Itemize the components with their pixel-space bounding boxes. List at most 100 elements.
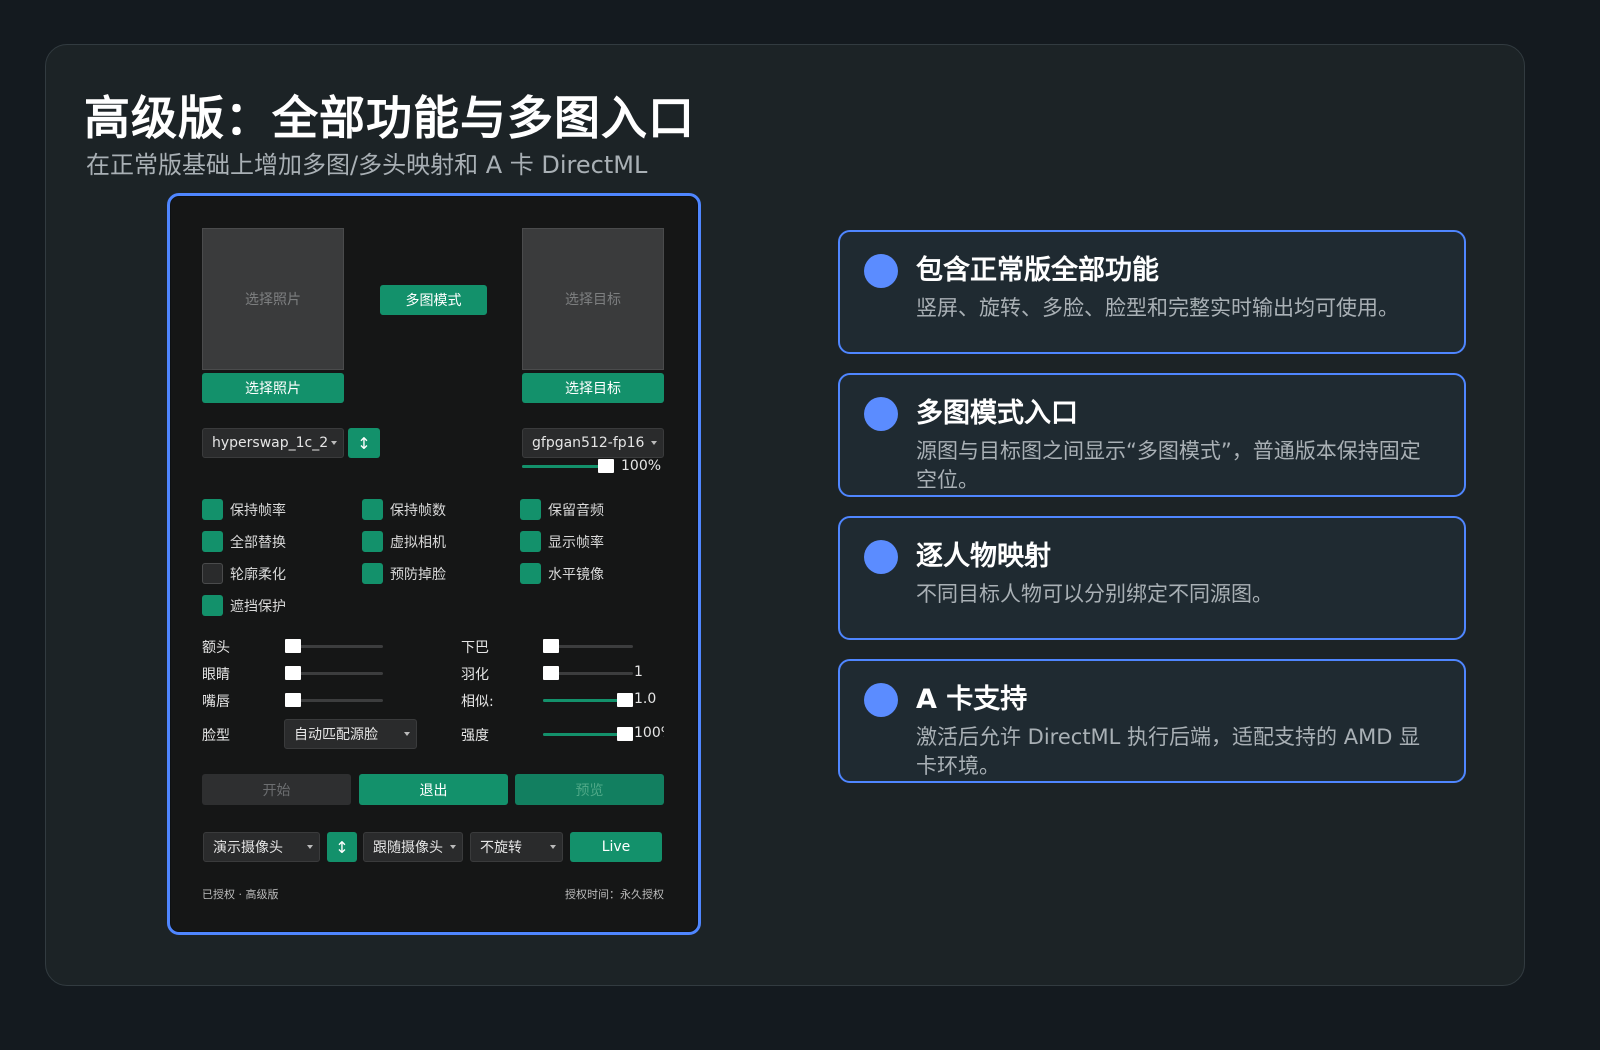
slider-thumb[interactable] xyxy=(598,459,614,473)
live-button[interactable]: Live xyxy=(570,832,662,862)
slider-thumb[interactable] xyxy=(285,666,301,680)
multi-image-mode-button[interactable]: 多图模式 xyxy=(380,285,487,315)
rotate-select[interactable]: 不旋转 xyxy=(470,832,563,862)
bullet-dot-icon xyxy=(864,540,898,574)
checkbox-unchecked[interactable] xyxy=(202,563,223,584)
select-target-button[interactable]: 选择目标 xyxy=(522,373,664,403)
slider-thumb[interactable] xyxy=(617,727,633,741)
checkbox-option[interactable]: 全部替换 xyxy=(202,531,286,552)
feature-description: 激活后允许 DirectML 执行后端，适配支持的 AMD 显卡环境。 xyxy=(916,725,1421,778)
feather-slider[interactable] xyxy=(543,666,633,680)
feature-description: 不同目标人物可以分别绑定不同源图。 xyxy=(916,582,1273,606)
checkbox-checked[interactable] xyxy=(362,563,383,584)
checkbox-option[interactable]: 轮廓柔化 xyxy=(202,563,286,584)
checkbox-checked[interactable] xyxy=(362,499,383,520)
checkbox-option[interactable]: 水平镜像 xyxy=(520,563,604,584)
source-image-preview[interactable]: 选择照片 xyxy=(202,228,344,370)
start-button[interactable]: 开始 xyxy=(202,774,351,805)
checkbox-option[interactable]: 预防掉脸 xyxy=(362,563,446,584)
face-shape-label: 脸型 xyxy=(202,728,230,744)
checkbox-label: 水平镜像 xyxy=(548,566,604,583)
chevron-down-icon xyxy=(307,845,313,849)
checkbox-label: 保留音频 xyxy=(548,502,604,519)
page-subtitle: 在正常版基础上增加多图/多头映射和 A 卡 DirectML xyxy=(86,151,648,179)
slider-thumb[interactable] xyxy=(285,639,301,653)
camera-select-value: 演示摄像头 xyxy=(213,840,283,856)
similar-slider[interactable] xyxy=(543,693,633,707)
checkbox-label: 全部替换 xyxy=(230,534,286,551)
bullet-dot-icon xyxy=(864,683,898,717)
exit-button[interactable]: 退出 xyxy=(359,774,508,805)
rotate-select-value: 不旋转 xyxy=(480,840,522,856)
chin-label: 下巴 xyxy=(461,640,489,656)
checkbox-label: 遮挡保护 xyxy=(230,598,286,615)
forehead-label: 额头 xyxy=(202,640,230,656)
checkbox-label: 预防掉脸 xyxy=(390,566,446,583)
strength-label: 强度 xyxy=(461,728,489,744)
feature-title: A 卡支持 xyxy=(916,684,1028,715)
follow-camera-select[interactable]: 跟随摄像头 xyxy=(363,832,463,862)
page-title: 高级版：全部功能与多图入口 xyxy=(84,91,695,145)
lips-slider[interactable] xyxy=(285,693,383,707)
feature-description: 竖屏、旋转、多脸、脸型和完整实时输出均可使用。 xyxy=(916,296,1399,320)
chevron-down-icon xyxy=(550,845,556,849)
checkbox-checked[interactable] xyxy=(202,531,223,552)
slider-thumb[interactable] xyxy=(617,693,633,707)
similar-label: 相似: xyxy=(461,694,494,710)
camera-select[interactable]: 演示摄像头 xyxy=(203,832,320,862)
model-select[interactable]: hyperswap_1c_2 xyxy=(202,428,344,458)
feather-label: 羽化 xyxy=(461,667,489,683)
checkbox-option[interactable]: 保留音频 xyxy=(520,499,604,520)
face-shape-select[interactable]: 自动匹配源脸 xyxy=(284,719,417,749)
bullet-dot-icon xyxy=(864,254,898,288)
forehead-slider[interactable] xyxy=(285,639,383,653)
checkbox-label: 显示帧率 xyxy=(548,534,604,551)
eyes-label: 眼睛 xyxy=(202,667,230,683)
checkbox-option[interactable]: 保持帧数 xyxy=(362,499,446,520)
checkbox-checked[interactable] xyxy=(202,595,223,616)
checkbox-option[interactable]: 显示帧率 xyxy=(520,531,604,552)
strength-slider[interactable] xyxy=(543,727,633,741)
swap-arrows-icon[interactable]: ↕ xyxy=(348,428,380,458)
select-source-button[interactable]: 选择照片 xyxy=(202,373,344,403)
feature-description: 源图与目标图之间显示“多图模式”，普通版本保持固定空位。 xyxy=(916,439,1421,492)
checkbox-label: 保持帧数 xyxy=(390,502,446,519)
feature-card: 多图模式入口 源图与目标图之间显示“多图模式”，普通版本保持固定空位。 xyxy=(838,373,1466,497)
checkbox-label: 轮廓柔化 xyxy=(230,566,286,583)
license-status: 已授权 · 高级版 xyxy=(202,888,279,901)
license-time: 授权时间：永久授权 xyxy=(565,888,664,901)
checkbox-checked[interactable] xyxy=(520,563,541,584)
bullet-dot-icon xyxy=(864,397,898,431)
slider-thumb[interactable] xyxy=(543,639,559,653)
slider-fill xyxy=(522,465,606,468)
strength-value: 100% xyxy=(634,725,664,741)
chin-slider[interactable] xyxy=(543,639,633,653)
eyes-slider[interactable] xyxy=(285,666,383,680)
checkbox-option[interactable]: 保持帧率 xyxy=(202,499,286,520)
slider-thumb[interactable] xyxy=(285,693,301,707)
checkbox-checked[interactable] xyxy=(202,499,223,520)
chevron-down-icon xyxy=(651,441,657,445)
feature-card: 包含正常版全部功能 竖屏、旋转、多脸、脸型和完整实时输出均可使用。 xyxy=(838,230,1466,354)
checkbox-checked[interactable] xyxy=(520,531,541,552)
lips-label: 嘴唇 xyxy=(202,694,230,710)
checkbox-checked[interactable] xyxy=(520,499,541,520)
enhancer-select-value: gfpgan512-fp16 xyxy=(532,435,645,451)
follow-camera-select-value: 跟随摄像头 xyxy=(373,840,443,856)
slider-thumb[interactable] xyxy=(543,666,559,680)
checkbox-option[interactable]: 虚拟相机 xyxy=(362,531,446,552)
feature-title: 包含正常版全部功能 xyxy=(916,255,1159,286)
checkbox-checked[interactable] xyxy=(362,531,383,552)
enhancer-select[interactable]: gfpgan512-fp16 xyxy=(522,428,664,458)
swap-arrows-icon[interactable]: ↕ xyxy=(327,832,357,862)
chevron-down-icon xyxy=(450,845,456,849)
checkbox-label: 保持帧率 xyxy=(230,502,286,519)
enhancer-slider[interactable] xyxy=(522,459,614,473)
slider-fill xyxy=(543,699,625,702)
chevron-down-icon xyxy=(404,732,410,736)
feature-title: 多图模式入口 xyxy=(916,398,1078,429)
target-image-preview[interactable]: 选择目标 xyxy=(522,228,664,370)
preview-button[interactable]: 预览 xyxy=(515,774,664,805)
checkbox-option[interactable]: 遮挡保护 xyxy=(202,595,286,616)
similar-value: 1.0 xyxy=(634,691,657,707)
